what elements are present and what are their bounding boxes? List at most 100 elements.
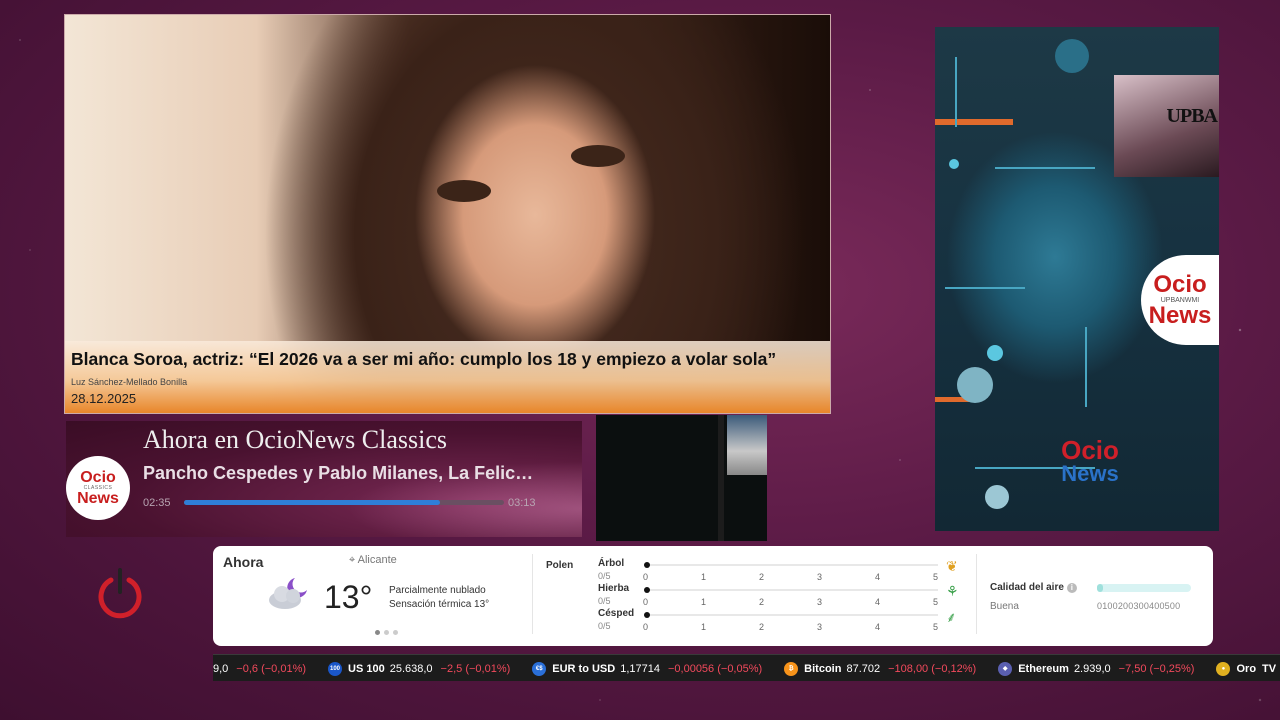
asset-change: −7,50 (−0,25%)	[1118, 662, 1195, 675]
ticker-item[interactable]: €$ EUR to USD 1,17714 −0,00056 (−0,05%)	[532, 661, 762, 676]
asset-price: 9,0	[213, 662, 229, 675]
carousel-dot[interactable]	[384, 630, 389, 635]
market-ticker[interactable]: 9,0 −0,6 (−0,01%) 100 US 100 25.638,0 −2,5 (−…	[213, 654, 1280, 681]
partly-cloudy-night-icon	[265, 576, 313, 615]
asset-icon: ◆	[998, 661, 1013, 676]
photo-eye-right	[571, 145, 625, 167]
circuit-node	[949, 159, 959, 169]
pollen-tick: 4	[875, 622, 881, 632]
playback-progress-fill	[184, 500, 440, 505]
carousel-dots[interactable]	[375, 630, 398, 635]
asset-name: EUR to USD	[552, 662, 616, 675]
asset-icon: ₿	[784, 661, 799, 676]
now-playing-track: Pancho Cespedes y Pablo Milanes, La Feli…	[143, 463, 538, 483]
logo-text-top: Ocio	[80, 468, 116, 486]
asset-name: Oro	[1236, 662, 1257, 675]
weather-condition: Parcialmente nublado	[389, 585, 486, 596]
pollen-level-marker	[644, 562, 650, 568]
headline-author: Luz Sánchez-Mellado Bonilla	[71, 377, 188, 387]
pollen-name: Hierba	[598, 583, 630, 594]
headline-title[interactable]: Blanca Soroa, actriz: “El 2026 va a ser …	[71, 349, 824, 370]
playback-progress-bar[interactable]	[184, 500, 504, 505]
headline-overlay: Blanca Soroa, actriz: “El 2026 va a ser …	[65, 341, 830, 413]
divider	[532, 554, 533, 634]
pollen-level-marker	[644, 587, 650, 593]
ticker-item[interactable]: ₿ Bitcoin 87.702 −108,00 (−0,12%)	[784, 661, 977, 676]
logo-news: News	[1061, 461, 1119, 486]
badge-text-top: Ocio	[1153, 270, 1207, 298]
weather-location[interactable]: ⌖ Alicante	[349, 554, 397, 567]
pollen-tick: 4	[875, 572, 881, 582]
power-icon[interactable]	[96, 568, 144, 620]
asset-price: 2.939,0	[1073, 662, 1111, 675]
elapsed-time: 02:35	[143, 497, 171, 509]
asset-price: 1,17714	[620, 662, 660, 675]
asset-price: 25.638,0	[389, 662, 433, 675]
location-pin-icon: ⌖	[349, 554, 356, 566]
pollen-level-marker	[644, 612, 650, 618]
pollen-tick: 1	[701, 597, 707, 607]
circuit-line	[955, 57, 957, 127]
ticker-items: 9,0 −0,6 (−0,01%) 100 US 100 25.638,0 −2,5 (−…	[213, 655, 1280, 681]
video-thumbnail[interactable]	[596, 415, 767, 541]
pollen-tick: 3	[817, 622, 823, 632]
pollen-tick: 5	[933, 622, 939, 632]
headline-card[interactable]: Blanca Soroa, actriz: “El 2026 va a ser …	[64, 14, 831, 414]
pollen-score: 0/5	[598, 571, 611, 581]
info-icon[interactable]: i	[1066, 583, 1077, 593]
upbanwmi-thumbnail[interactable]: UPBA	[1114, 75, 1219, 177]
carousel-dot[interactable]	[375, 630, 380, 635]
asset-icon: ●	[1216, 661, 1231, 676]
pollen-row: Césped 0/5 0 1 2 3 4 5 ⸙	[598, 608, 957, 634]
now-playing-heading: Ahora en OcioNews Classics	[143, 425, 447, 454]
pollen-name: Césped	[598, 608, 635, 619]
weather-widget[interactable]: Ahora ⌖ Alicante 13° Parcialmente nublad…	[213, 546, 1213, 646]
ticker-item[interactable]: 9,0 −0,6 (−0,01%)	[213, 663, 306, 675]
asset-name: Ethereum	[1018, 662, 1069, 675]
asset-price: 87.702	[846, 662, 881, 675]
tradingview-brand[interactable]: TV	[1258, 655, 1280, 681]
pollen-score: 0/5	[598, 621, 611, 631]
pollen-track	[644, 587, 938, 593]
duration-time: 03:13	[508, 497, 536, 509]
pollen-track	[644, 612, 938, 618]
now-playing-widget[interactable]: Ocio CLASSICS News Ahora en OcioNews Cla…	[66, 421, 582, 537]
pollen-score: 0/5	[598, 596, 611, 606]
air-quality-scale: 0100200300400500	[1097, 601, 1181, 611]
headline-date: 28.12.2025	[71, 391, 137, 406]
pollen-row: Árbol 0/5 0 1 2 3 4 5 ❦	[598, 558, 958, 584]
pollen-tick: 2	[759, 622, 765, 632]
ocionews-logo: Ocio News	[1020, 437, 1160, 485]
circuit-line	[945, 287, 1025, 289]
asset-change: −2,5 (−0,01%)	[440, 662, 511, 675]
pollen-tick: 0	[643, 572, 649, 582]
logo-ocio: Ocio	[1061, 435, 1119, 465]
air-quality-text: Calidad del aire	[990, 582, 1064, 593]
asset-change: −0,6 (−0,01%)	[236, 662, 307, 675]
asset-icon: 100	[328, 661, 343, 676]
asset-change: −108,00 (−0,12%)	[888, 662, 977, 675]
circuit-line	[1085, 327, 1087, 407]
ocionews-promo-panel[interactable]: UPBA Ocio UPBANWMI News Ocio News	[935, 27, 1219, 531]
asset-name: US 100	[348, 662, 385, 675]
circuit-node	[1055, 39, 1089, 73]
weather-feels-like: Sensación térmica 13°	[389, 599, 490, 610]
ocionews-classics-logo: Ocio CLASSICS News	[66, 456, 130, 520]
video-window-view	[727, 415, 767, 475]
circuit-orange-bar	[935, 119, 1013, 125]
air-quality-label: Calidad del aire i	[990, 582, 1077, 593]
pollen-row: Hierba 0/5 0 1 2 3 4 5 ⚘	[598, 583, 959, 609]
pollen-tick: 3	[817, 597, 823, 607]
pollen-tick: 3	[817, 572, 823, 582]
divider	[976, 554, 977, 634]
pollen-tick: 1	[701, 572, 707, 582]
ticker-item[interactable]: 100 US 100 25.638,0 −2,5 (−0,01%)	[328, 661, 511, 676]
carousel-dot[interactable]	[393, 630, 398, 635]
logo-text-bottom: News	[77, 489, 119, 507]
pollen-tick: 2	[759, 597, 765, 607]
location-text: Alicante	[357, 554, 397, 566]
ticker-item[interactable]: ◆ Ethereum 2.939,0 −7,50 (−0,25%)	[998, 661, 1195, 676]
video-window-frame	[718, 415, 724, 541]
ocionews-badge: Ocio UPBANWMI News	[1141, 255, 1219, 345]
pollen-tick: 5	[933, 572, 939, 582]
